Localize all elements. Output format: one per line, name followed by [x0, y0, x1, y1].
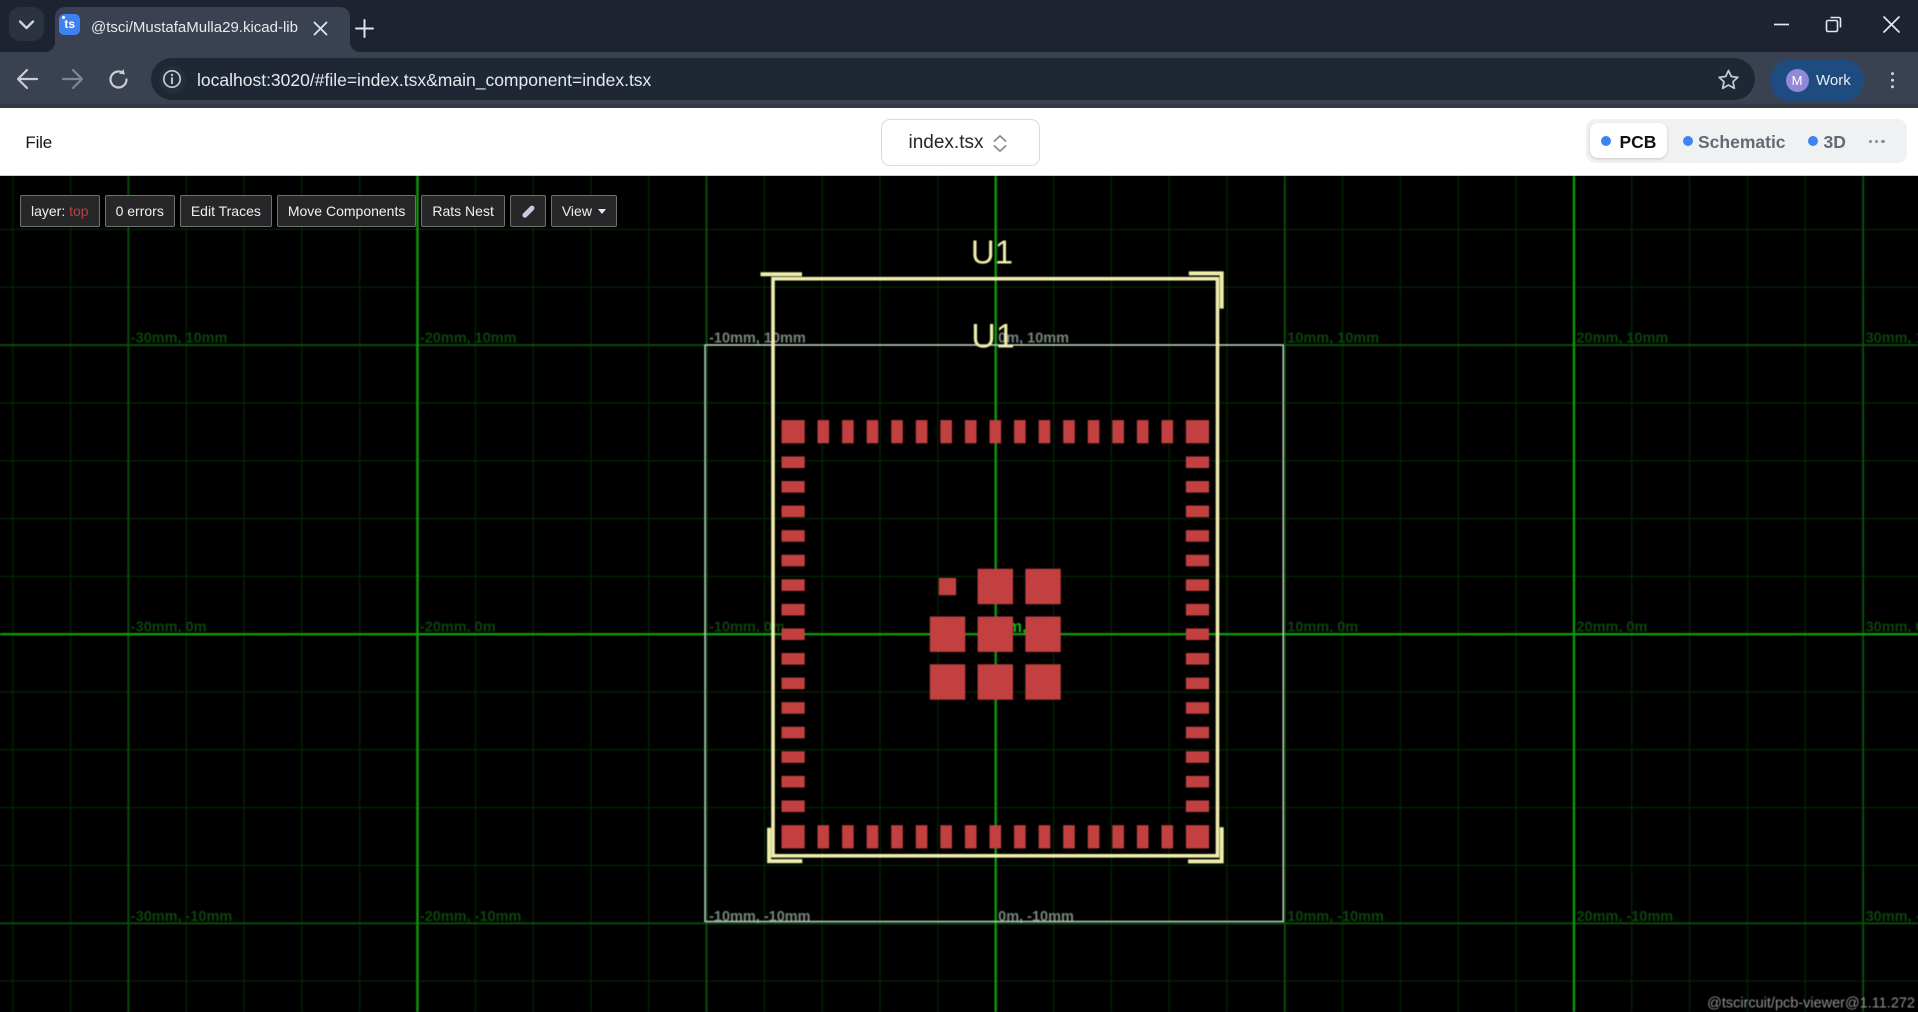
svg-text:@tscircuit/pcb-viewer@1.11.272: @tscircuit/pcb-viewer@1.11.272	[1707, 995, 1915, 1011]
svg-text:-30mm, 0m: -30mm, 0m	[131, 619, 207, 635]
svg-text:-20mm, 10mm: -20mm, 10mm	[420, 330, 517, 346]
svg-text:U1: U1	[971, 233, 1013, 270]
svg-text:-30mm, 10mm: -30mm, 10mm	[131, 330, 228, 346]
svg-text:20mm, 10mm: 20mm, 10mm	[1576, 330, 1668, 346]
svg-text:U1: U1	[971, 317, 1014, 355]
svg-text:-20mm, -10mm: -20mm, -10mm	[420, 909, 521, 925]
svg-text:10mm, -10mm: 10mm, -10mm	[1287, 909, 1384, 925]
svg-text:30mm, 0m: 30mm, 0m	[1866, 619, 1918, 635]
svg-text:-10mm, -10mm: -10mm, -10mm	[709, 909, 810, 925]
svg-text:30mm, -10mm: 30mm, -10mm	[1866, 909, 1918, 925]
svg-text:-30mm, -10mm: -30mm, -10mm	[131, 909, 232, 925]
svg-text:20mm, 0m: 20mm, 0m	[1576, 619, 1647, 635]
svg-text:-10mm, 10mm: -10mm, 10mm	[709, 330, 806, 346]
svg-text:10mm, 0m: 10mm, 0m	[1287, 619, 1358, 635]
svg-text:-20mm, 0m: -20mm, 0m	[420, 619, 496, 635]
svg-text:10mm, 10mm: 10mm, 10mm	[1287, 330, 1379, 346]
svg-text:30mm, 10mm: 30mm, 10mm	[1866, 330, 1918, 346]
svg-text:0m, -10mm: 0m, -10mm	[998, 909, 1074, 925]
svg-text:20mm, -10mm: 20mm, -10mm	[1576, 909, 1673, 925]
